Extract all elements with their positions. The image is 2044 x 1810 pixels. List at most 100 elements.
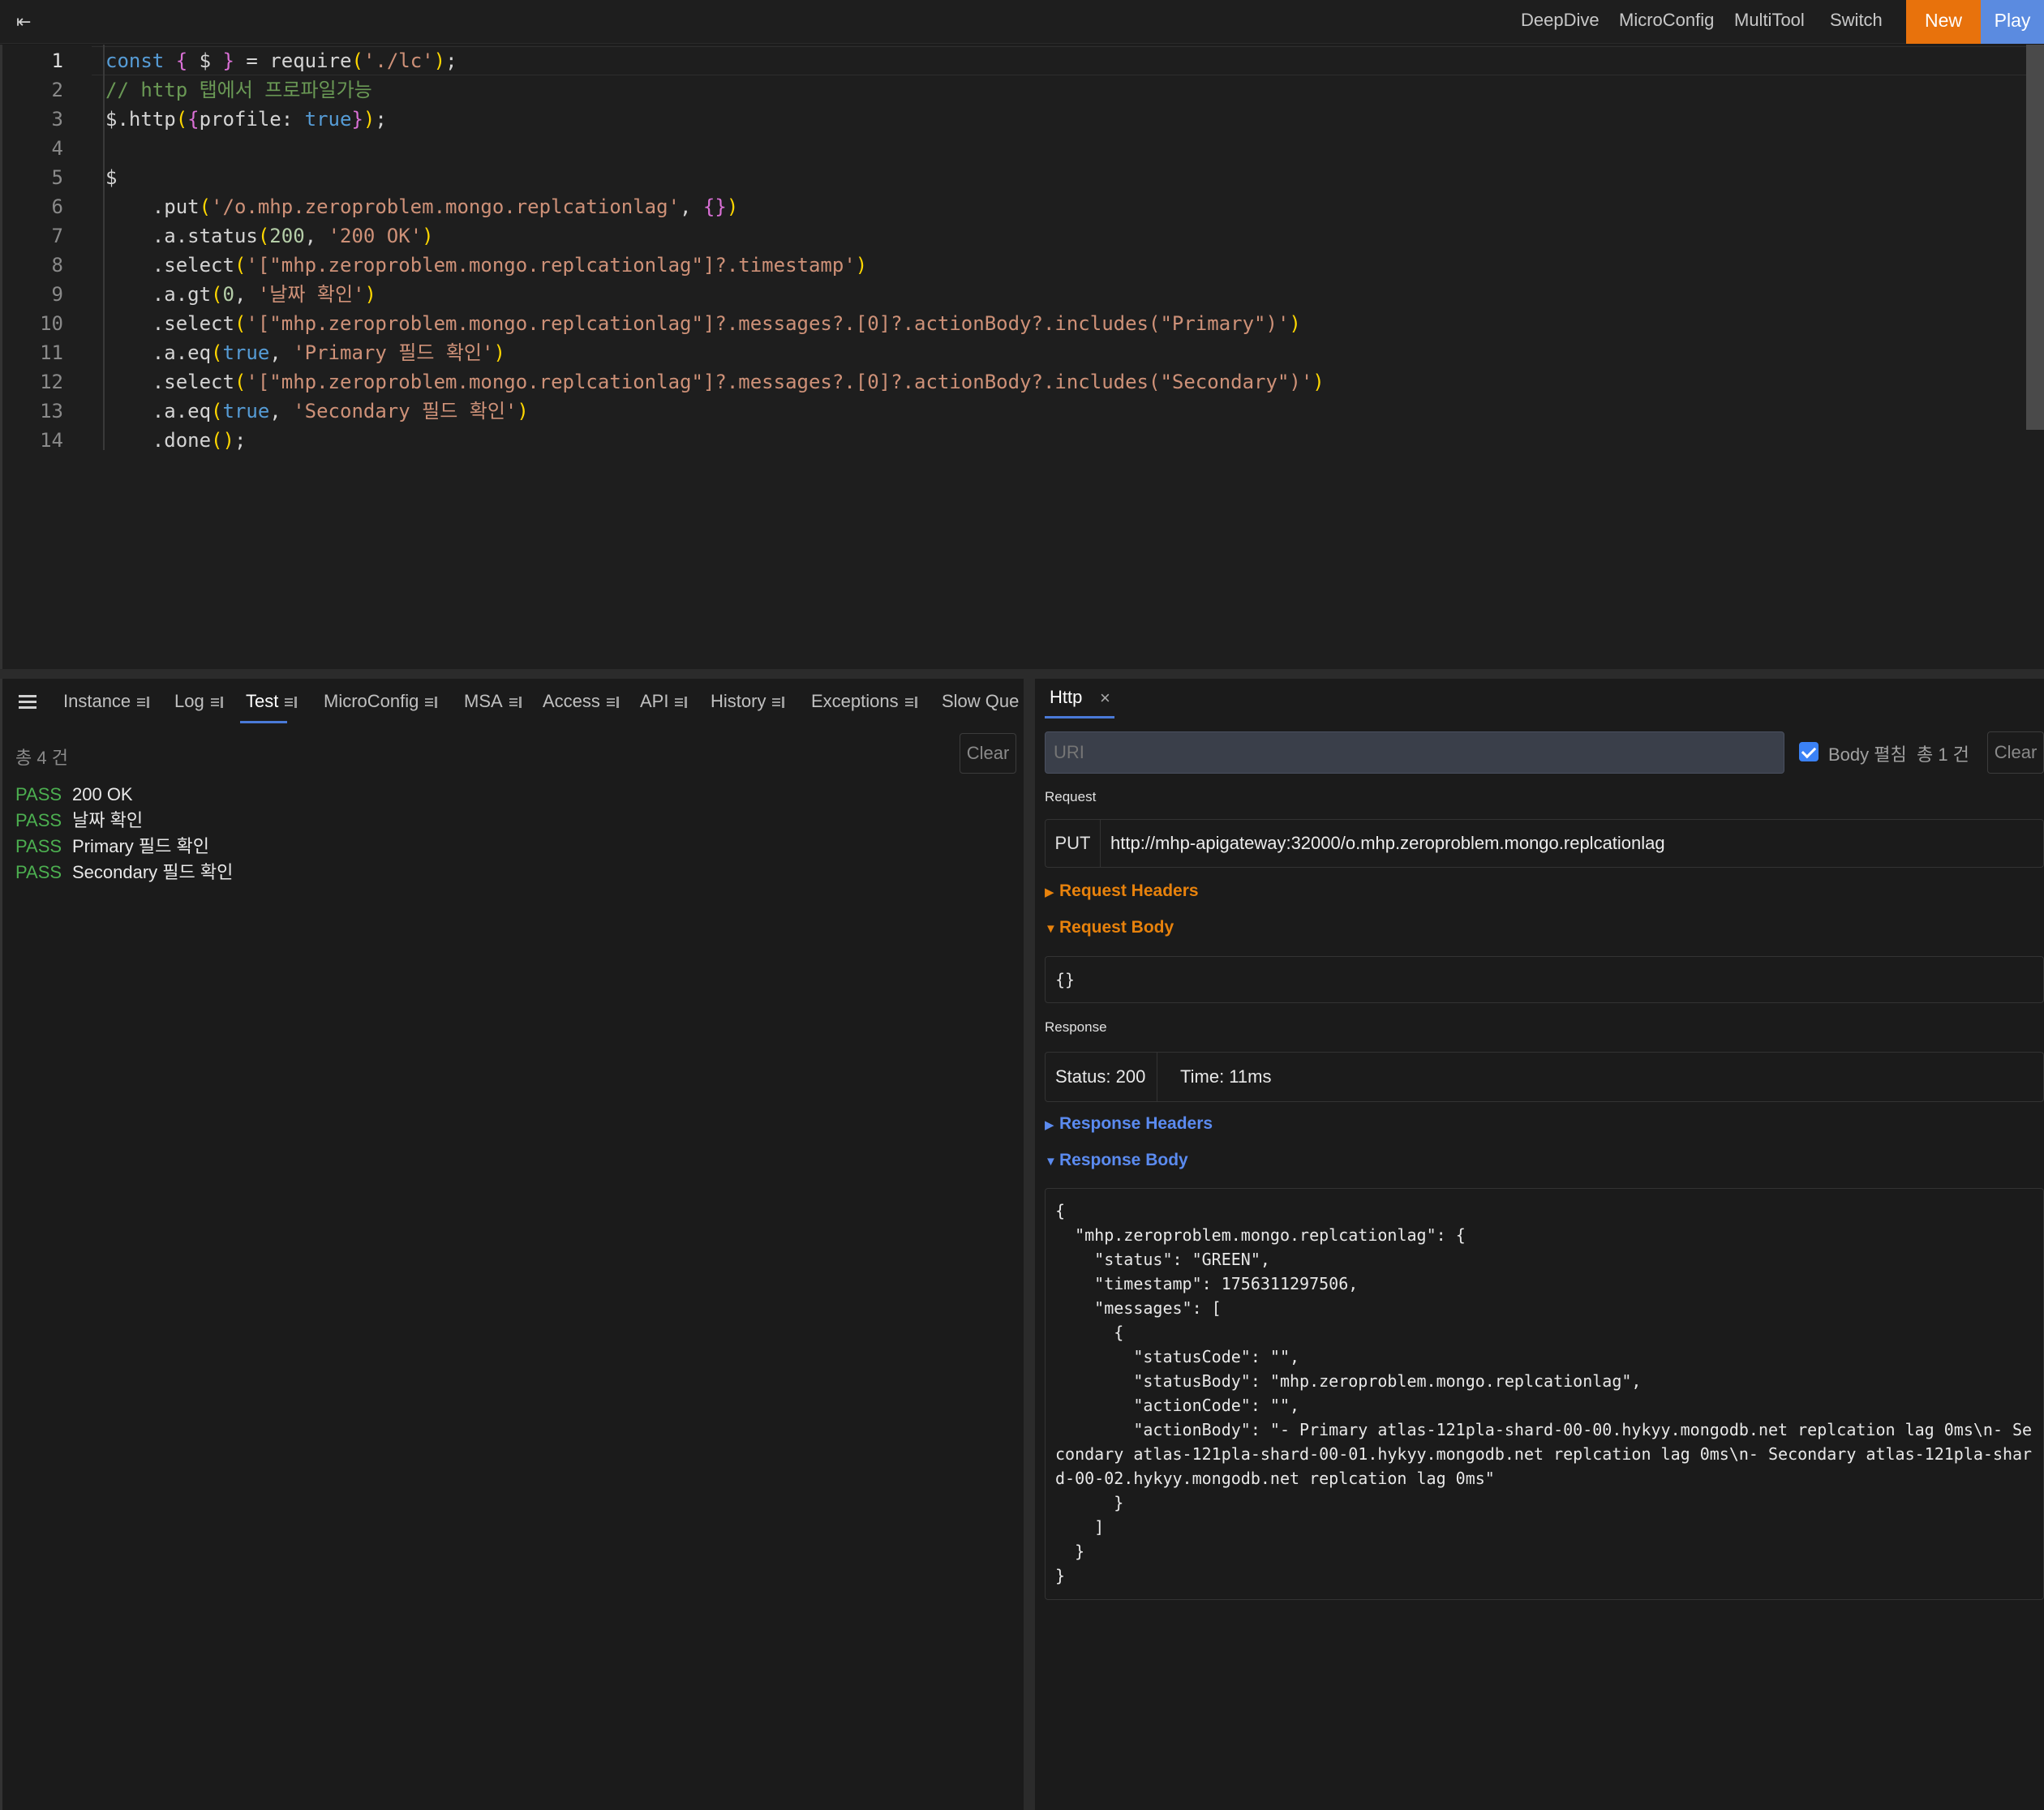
code-text[interactable]: .select('["mhp.zeroproblem.mongo.replcat… xyxy=(105,367,1325,397)
test-name: Primary 필드 확인 xyxy=(72,836,209,856)
line-number: 9 xyxy=(51,283,63,306)
line-number: 5 xyxy=(51,166,63,189)
tab-http[interactable]: Http xyxy=(1050,687,1082,708)
active-tab-indicator xyxy=(1045,716,1114,718)
request-body-box: {} xyxy=(1045,956,2044,1003)
code-text[interactable]: .done(); xyxy=(105,426,247,455)
code-text[interactable]: .a.status(200, '200 OK') xyxy=(105,221,434,251)
body-expand-checkbox[interactable] xyxy=(1799,742,1819,761)
request-line: PUT http://mhp-apigateway:32000/o.mhp.ze… xyxy=(1045,819,2044,868)
result-count: 총 4 건 xyxy=(15,748,68,768)
tab-log[interactable]: Log xyxy=(174,679,225,724)
new-button[interactable]: New xyxy=(1906,0,1981,44)
tab-grip-icon[interactable] xyxy=(904,697,920,709)
tab-grip-icon[interactable] xyxy=(606,697,621,709)
clear-results-button[interactable]: Clear xyxy=(960,733,1016,774)
code-editor[interactable]: 1 const { $ } = require('./lc'); 2 // http … xyxy=(0,45,2044,669)
response-body-box: { "mhp.zeroproblem.mongo.replcationlag":… xyxy=(1045,1188,2044,1600)
tab-api[interactable]: API xyxy=(640,679,689,724)
response-headers-toggle[interactable]: ▶ Response Headers xyxy=(1045,1114,1213,1134)
tab-history[interactable]: History xyxy=(711,679,787,724)
pass-status: PASS xyxy=(15,810,62,830)
pass-status: PASS xyxy=(15,836,62,856)
tab-msa[interactable]: MSA xyxy=(464,679,524,724)
test-result-row: PASS Primary 필드 확인 xyxy=(15,834,209,860)
panel-tabs: Instance Log Test MicroConfig MSA Access… xyxy=(2,679,1024,724)
tab-grip-icon[interactable] xyxy=(137,697,152,709)
code-text[interactable]: const { $ } = require('./lc'); xyxy=(105,46,457,75)
test-result-row: PASS 200 OK xyxy=(15,782,133,808)
response-status-box: Status: 200 Time: 11ms xyxy=(1045,1052,2044,1102)
nav-switch[interactable]: Switch xyxy=(1830,0,1883,44)
menu-icon[interactable] xyxy=(19,695,36,709)
clear-http-button[interactable]: Clear xyxy=(1987,731,2044,774)
play-button[interactable]: Play xyxy=(1981,0,2044,44)
tab-test[interactable]: Test xyxy=(246,679,299,724)
response-label: Response xyxy=(1045,1019,1107,1035)
http-panel: Http × Body 펼침 총 1 건 Clear Request PUT h… xyxy=(1035,679,2044,1810)
editor-scrollbar[interactable] xyxy=(2026,45,2044,430)
code-text[interactable]: .put('/o.mhp.zeroproblem.mongo.replcatio… xyxy=(105,192,738,221)
code-text[interactable]: .a.eq(true, 'Secondary 필드 확인') xyxy=(105,397,529,426)
nav-microconfig[interactable]: MicroConfig xyxy=(1619,0,1714,44)
line-number: 10 xyxy=(40,312,63,335)
test-name: Secondary 필드 확인 xyxy=(72,862,234,882)
test-result-row: PASS Secondary 필드 확인 xyxy=(15,860,233,886)
code-text[interactable]: .select('["mhp.zeroproblem.mongo.replcat… xyxy=(105,251,867,280)
line-number: 2 xyxy=(51,79,63,101)
pass-status: PASS xyxy=(15,862,62,882)
total-count: 총 1 건 xyxy=(1916,744,1969,765)
tab-access[interactable]: Access xyxy=(543,679,621,724)
vertical-splitter[interactable] xyxy=(1024,679,1035,1810)
tab-grip-icon[interactable] xyxy=(210,697,225,709)
code-text[interactable]: $.http({profile: true}); xyxy=(105,105,387,134)
code-text[interactable]: .a.gt(0, '날짜 확인') xyxy=(105,280,376,309)
uri-filter-input[interactable] xyxy=(1045,731,1784,774)
body-expand-label: Body 펼침 총 1 건 xyxy=(1828,744,1969,765)
tab-grip-icon[interactable] xyxy=(675,697,689,709)
tab-grip-icon[interactable] xyxy=(285,697,299,709)
response-body: { "mhp.zeroproblem.mongo.replcationlag":… xyxy=(1055,1201,2033,1585)
request-body: {} xyxy=(1055,970,1076,989)
tab-exceptions[interactable]: Exceptions xyxy=(811,679,920,724)
expand-arrow-icon: ▶ xyxy=(1045,886,1054,899)
line-number: 11 xyxy=(40,341,63,364)
line-number: 14 xyxy=(40,429,63,452)
tab-grip-icon[interactable] xyxy=(772,697,787,709)
close-icon[interactable]: × xyxy=(1100,688,1110,709)
line-number: 7 xyxy=(51,225,63,247)
tab-grip-icon[interactable] xyxy=(425,697,440,709)
code-text[interactable]: .a.eq(true, 'Primary 필드 확인') xyxy=(105,338,505,367)
request-label: Request xyxy=(1045,789,1097,804)
collapse-arrow-icon: ▼ xyxy=(1045,1155,1057,1169)
response-time: Time: 11ms xyxy=(1180,1066,1272,1087)
nav-multitool[interactable]: MultiTool xyxy=(1734,0,1805,44)
request-headers-toggle[interactable]: ▶ Request Headers xyxy=(1045,881,1199,901)
test-name: 날짜 확인 xyxy=(72,810,144,830)
left-panel: Instance Log Test MicroConfig MSA Access… xyxy=(0,679,1024,1810)
active-tab-indicator xyxy=(240,721,287,723)
tab-slow-query[interactable]: Slow Que xyxy=(942,679,1020,724)
request-url: http://mhp-apigateway:32000/o.mhp.zeropr… xyxy=(1110,833,1665,853)
pass-status: PASS xyxy=(15,784,62,804)
request-body-toggle[interactable]: ▼ Request Body xyxy=(1045,918,1174,937)
horizontal-splitter[interactable] xyxy=(0,669,2044,679)
line-number: 13 xyxy=(40,400,63,422)
response-body-toggle[interactable]: ▼ Response Body xyxy=(1045,1151,1188,1170)
tab-grip-icon[interactable] xyxy=(509,697,524,709)
line-number: 4 xyxy=(51,137,63,160)
test-result-row: PASS 날짜 확인 xyxy=(15,808,143,834)
response-status: Status: 200 xyxy=(1055,1053,1158,1101)
tab-microconfig[interactable]: MicroConfig xyxy=(324,679,440,724)
line-number: 8 xyxy=(51,254,63,277)
line-number: 12 xyxy=(40,371,63,393)
tab-instance[interactable]: Instance xyxy=(63,679,152,724)
nav-deepdive[interactable]: DeepDive xyxy=(1521,0,1600,44)
code-text[interactable]: $ xyxy=(105,163,117,192)
line-number: 6 xyxy=(51,195,63,218)
code-text[interactable]: // http 탭에서 프로파일가능 xyxy=(105,75,372,105)
top-bar: ⇤ DeepDive MicroConfig MultiTool Switch … xyxy=(0,0,2044,44)
http-method: PUT xyxy=(1046,820,1101,867)
code-text[interactable]: .select('["mhp.zeroproblem.mongo.replcat… xyxy=(105,309,1301,338)
collapse-sidebar-icon[interactable]: ⇤ xyxy=(16,10,41,34)
